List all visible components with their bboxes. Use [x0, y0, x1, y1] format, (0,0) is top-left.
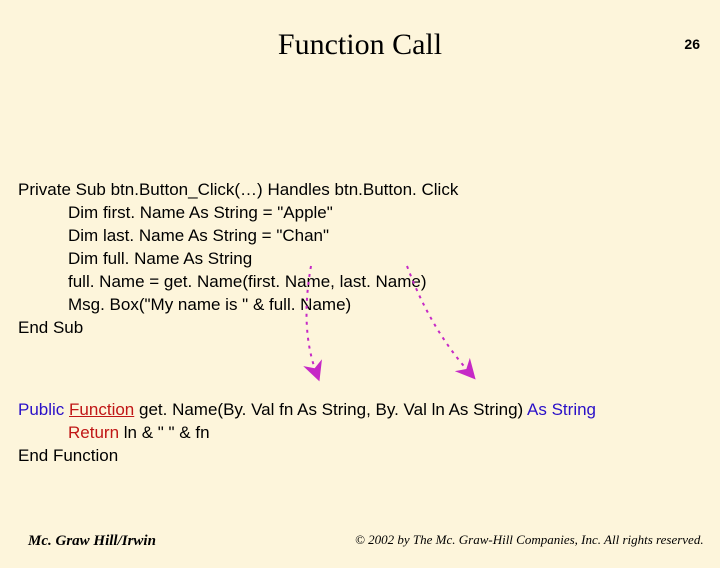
function-name: get. Name	[139, 400, 217, 419]
code-line: Private Sub btn.Button_Click(…) Handles …	[18, 180, 458, 199]
keyword-function: Function	[69, 400, 134, 419]
function-code-block: Public Function get. Name(By. Val fn As …	[18, 376, 596, 468]
page-number: 26	[684, 36, 700, 52]
keyword-return: Return	[68, 423, 119, 442]
slide-title: Function Call	[0, 28, 720, 62]
code-line: Dim last. Name As String = "Chan"	[18, 225, 329, 248]
keyword-public: Public	[18, 400, 64, 419]
footer-publisher: Mc. Graw Hill/Irwin	[28, 533, 156, 550]
function-params: (By. Val fn As String, By. Val ln As Str…	[217, 400, 523, 419]
code-line: Return ln & " " & fn	[18, 422, 210, 445]
code-line: Public Function get. Name(By. Val fn As …	[18, 400, 596, 419]
sub-code-block: Private Sub btn.Button_Click(…) Handles …	[18, 156, 458, 340]
keyword-as-string: As String	[527, 400, 596, 419]
code-line: Dim first. Name As String = "Apple"	[18, 202, 333, 225]
code-line: End Function	[18, 446, 118, 465]
code-line: full. Name = get. Name(first. Name, last…	[18, 271, 427, 294]
footer-copyright: © 2002 by The Mc. Graw-Hill Companies, I…	[355, 532, 704, 548]
code-line: End Sub	[18, 318, 83, 337]
return-expr: ln & " " & fn	[119, 423, 210, 442]
code-line: Msg. Box("My name is " & full. Name)	[18, 294, 351, 317]
code-line: Dim full. Name As String	[18, 248, 252, 271]
